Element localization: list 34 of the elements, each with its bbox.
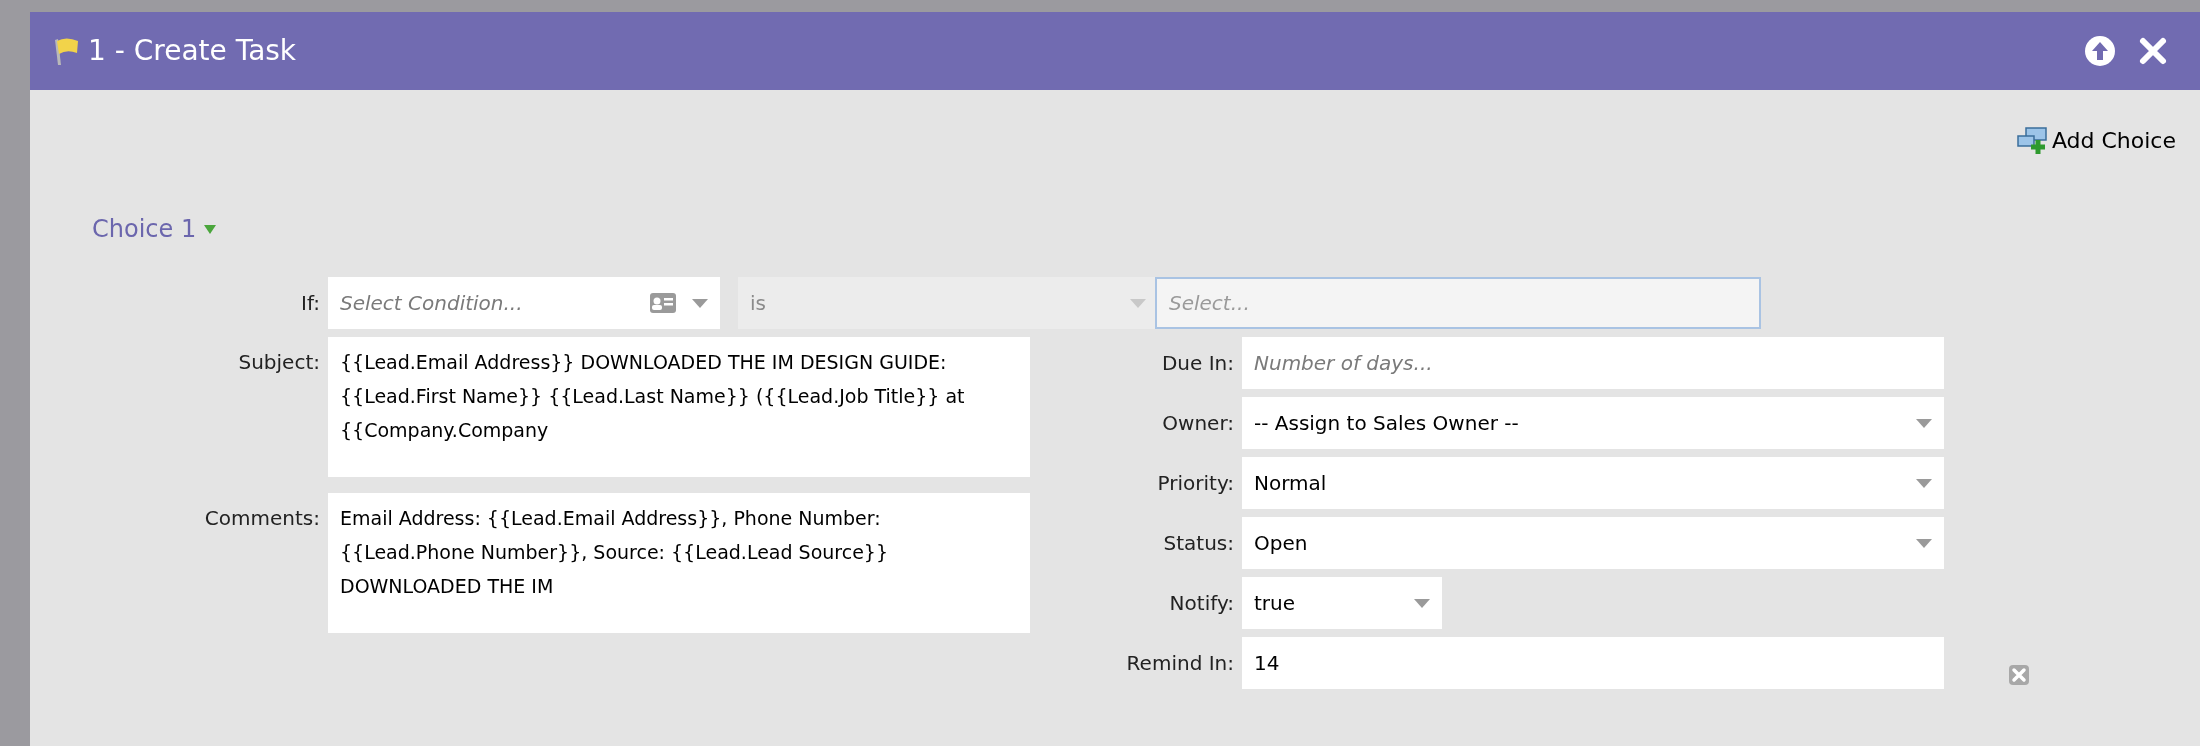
close-icon[interactable]	[2138, 36, 2168, 66]
caret-icon	[1916, 418, 1932, 428]
caret-icon	[692, 298, 708, 308]
field-label: Subject:	[237, 349, 321, 376]
collapse-icon[interactable]	[2084, 35, 2116, 67]
field-label: Due In:	[1160, 350, 1235, 377]
caret-icon	[1916, 538, 1932, 548]
field-label: Comments:	[203, 505, 321, 532]
field-label: Priority:	[1156, 470, 1235, 497]
dropdown[interactable]: Open	[1242, 517, 1944, 569]
caret-icon	[1916, 478, 1932, 488]
add-choice-button[interactable]: Add Choice	[2015, 124, 2176, 157]
field-label: Remind In:	[1125, 650, 1235, 677]
text-area[interactable]: {{Lead.Email Address}} DOWNLOADED THE IM DESIGN GUIDE: {{Lead.First Name}} {{Lead.Last Name}} ({{Lead.Job Title}} at {{Company.Company	[328, 337, 1030, 477]
field-label: Owner:	[1161, 410, 1235, 437]
field-label: If:	[300, 290, 321, 317]
text-area[interactable]: Email Address: {{Lead.Email Address}}, Phone Number: {{Lead.Phone Number}}, Source: {{Lead.Lead Source}} DOWNLOADED THE IM	[328, 493, 1030, 633]
text-field[interactable]: 14	[1242, 637, 1944, 689]
value-field[interactable]: Select...	[1155, 277, 1761, 329]
window-title: 1 - Create Task	[88, 33, 297, 69]
expand-icon[interactable]	[204, 223, 217, 235]
choice-label[interactable]: Choice 1	[92, 211, 197, 247]
dropdown[interactable]: true	[1242, 577, 1442, 629]
caret-icon	[1130, 298, 1146, 308]
contact-card-icon	[650, 293, 676, 313]
field-label: Notify:	[1168, 590, 1235, 617]
add-choice-icon	[2015, 125, 2048, 156]
condition-dropdown[interactable]: Select Condition...	[328, 277, 720, 329]
caret-icon	[1414, 598, 1430, 608]
dropdown[interactable]: -- Assign to Sales Owner --	[1242, 397, 1944, 449]
dropdown[interactable]: Normal	[1242, 457, 1944, 509]
text-field[interactable]: Number of days...	[1242, 337, 1944, 389]
flag-icon	[52, 36, 80, 66]
field-label: Status:	[1162, 530, 1235, 557]
